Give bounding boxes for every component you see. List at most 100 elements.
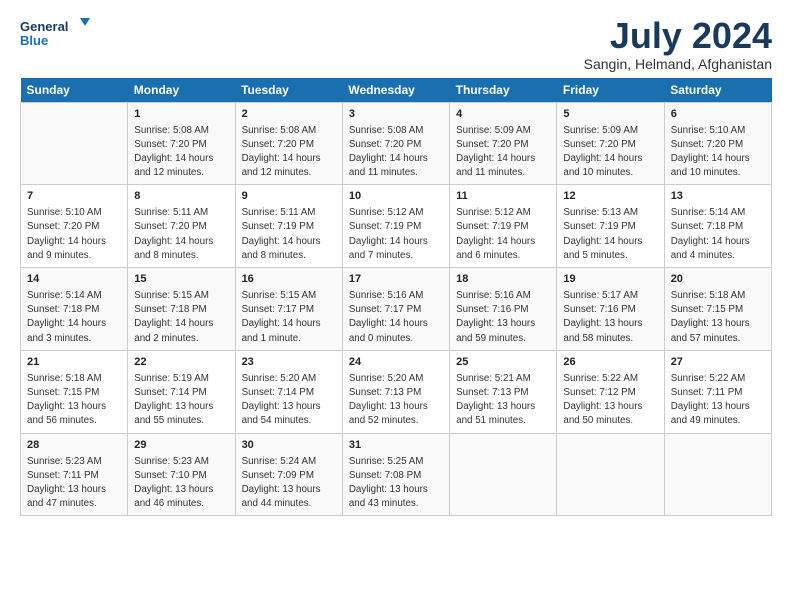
day-info: Sunrise: 5:21 AM Sunset: 7:13 PM Dayligh… — [456, 372, 550, 429]
day-info: Sunrise: 5:13 AM Sunset: 7:19 PM Dayligh… — [563, 206, 657, 263]
day-info: Sunrise: 5:11 AM Sunset: 7:19 PM Dayligh… — [242, 206, 336, 263]
day-info: Sunrise: 5:20 AM Sunset: 7:14 PM Dayligh… — [242, 372, 336, 429]
day-info: Sunrise: 5:17 AM Sunset: 7:16 PM Dayligh… — [563, 289, 657, 346]
day-info: Sunrise: 5:10 AM Sunset: 7:20 PM Dayligh… — [671, 124, 765, 181]
day-info: Sunrise: 5:14 AM Sunset: 7:18 PM Dayligh… — [671, 206, 765, 263]
calendar-header-row: SundayMondayTuesdayWednesdayThursdayFrid… — [21, 78, 772, 103]
calendar-cell: 2Sunrise: 5:08 AM Sunset: 7:20 PM Daylig… — [235, 102, 342, 185]
calendar-cell: 31Sunrise: 5:25 AM Sunset: 7:08 PM Dayli… — [342, 433, 449, 516]
day-info: Sunrise: 5:12 AM Sunset: 7:19 PM Dayligh… — [456, 206, 550, 263]
week-row-5: 28Sunrise: 5:23 AM Sunset: 7:11 PM Dayli… — [21, 433, 772, 516]
header-wednesday: Wednesday — [342, 78, 449, 103]
day-number: 17 — [349, 272, 443, 288]
day-info: Sunrise: 5:22 AM Sunset: 7:12 PM Dayligh… — [563, 372, 657, 429]
header-monday: Monday — [128, 78, 235, 103]
calendar-cell: 25Sunrise: 5:21 AM Sunset: 7:13 PM Dayli… — [450, 350, 557, 433]
calendar-cell: 21Sunrise: 5:18 AM Sunset: 7:15 PM Dayli… — [21, 350, 128, 433]
header-sunday: Sunday — [21, 78, 128, 103]
day-info: Sunrise: 5:15 AM Sunset: 7:17 PM Dayligh… — [242, 289, 336, 346]
calendar-cell: 23Sunrise: 5:20 AM Sunset: 7:14 PM Dayli… — [235, 350, 342, 433]
calendar-cell: 10Sunrise: 5:12 AM Sunset: 7:19 PM Dayli… — [342, 185, 449, 268]
header-friday: Friday — [557, 78, 664, 103]
calendar-cell: 7Sunrise: 5:10 AM Sunset: 7:20 PM Daylig… — [21, 185, 128, 268]
day-info: Sunrise: 5:20 AM Sunset: 7:13 PM Dayligh… — [349, 372, 443, 429]
day-number: 23 — [242, 355, 336, 371]
calendar-cell: 30Sunrise: 5:24 AM Sunset: 7:09 PM Dayli… — [235, 433, 342, 516]
day-number: 4 — [456, 107, 550, 123]
day-number: 30 — [242, 438, 336, 454]
logo-svg: General Blue — [20, 16, 90, 52]
day-number: 20 — [671, 272, 765, 288]
day-info: Sunrise: 5:09 AM Sunset: 7:20 PM Dayligh… — [456, 124, 550, 181]
calendar-cell: 6Sunrise: 5:10 AM Sunset: 7:20 PM Daylig… — [664, 102, 771, 185]
calendar-cell: 22Sunrise: 5:19 AM Sunset: 7:14 PM Dayli… — [128, 350, 235, 433]
day-number: 14 — [27, 272, 121, 288]
day-info: Sunrise: 5:23 AM Sunset: 7:10 PM Dayligh… — [134, 455, 228, 512]
day-info: Sunrise: 5:23 AM Sunset: 7:11 PM Dayligh… — [27, 455, 121, 512]
header-thursday: Thursday — [450, 78, 557, 103]
calendar-cell: 24Sunrise: 5:20 AM Sunset: 7:13 PM Dayli… — [342, 350, 449, 433]
day-info: Sunrise: 5:24 AM Sunset: 7:09 PM Dayligh… — [242, 455, 336, 512]
calendar-cell — [664, 433, 771, 516]
day-number: 8 — [134, 189, 228, 205]
calendar-cell: 11Sunrise: 5:12 AM Sunset: 7:19 PM Dayli… — [450, 185, 557, 268]
day-number: 5 — [563, 107, 657, 123]
day-info: Sunrise: 5:22 AM Sunset: 7:11 PM Dayligh… — [671, 372, 765, 429]
day-info: Sunrise: 5:16 AM Sunset: 7:16 PM Dayligh… — [456, 289, 550, 346]
calendar-cell: 15Sunrise: 5:15 AM Sunset: 7:18 PM Dayli… — [128, 268, 235, 351]
day-info: Sunrise: 5:19 AM Sunset: 7:14 PM Dayligh… — [134, 372, 228, 429]
calendar-cell: 18Sunrise: 5:16 AM Sunset: 7:16 PM Dayli… — [450, 268, 557, 351]
day-info: Sunrise: 5:18 AM Sunset: 7:15 PM Dayligh… — [671, 289, 765, 346]
day-number: 24 — [349, 355, 443, 371]
day-info: Sunrise: 5:15 AM Sunset: 7:18 PM Dayligh… — [134, 289, 228, 346]
calendar-cell — [450, 433, 557, 516]
week-row-1: 1Sunrise: 5:08 AM Sunset: 7:20 PM Daylig… — [21, 102, 772, 185]
day-number: 3 — [349, 107, 443, 123]
header: General Blue July 2024 Sangin, Helmand, … — [20, 16, 772, 72]
day-info: Sunrise: 5:25 AM Sunset: 7:08 PM Dayligh… — [349, 455, 443, 512]
calendar-cell: 1Sunrise: 5:08 AM Sunset: 7:20 PM Daylig… — [128, 102, 235, 185]
day-info: Sunrise: 5:11 AM Sunset: 7:20 PM Dayligh… — [134, 206, 228, 263]
calendar-cell: 8Sunrise: 5:11 AM Sunset: 7:20 PM Daylig… — [128, 185, 235, 268]
calendar-cell: 19Sunrise: 5:17 AM Sunset: 7:16 PM Dayli… — [557, 268, 664, 351]
day-number: 31 — [349, 438, 443, 454]
day-info: Sunrise: 5:14 AM Sunset: 7:18 PM Dayligh… — [27, 289, 121, 346]
day-number: 6 — [671, 107, 765, 123]
day-number: 25 — [456, 355, 550, 371]
page: General Blue July 2024 Sangin, Helmand, … — [0, 0, 792, 526]
day-number: 29 — [134, 438, 228, 454]
day-info: Sunrise: 5:08 AM Sunset: 7:20 PM Dayligh… — [134, 124, 228, 181]
day-number: 12 — [563, 189, 657, 205]
day-number: 22 — [134, 355, 228, 371]
day-number: 13 — [671, 189, 765, 205]
calendar-cell: 3Sunrise: 5:08 AM Sunset: 7:20 PM Daylig… — [342, 102, 449, 185]
day-info: Sunrise: 5:18 AM Sunset: 7:15 PM Dayligh… — [27, 372, 121, 429]
calendar-cell: 20Sunrise: 5:18 AM Sunset: 7:15 PM Dayli… — [664, 268, 771, 351]
calendar-cell: 16Sunrise: 5:15 AM Sunset: 7:17 PM Dayli… — [235, 268, 342, 351]
calendar-body: 1Sunrise: 5:08 AM Sunset: 7:20 PM Daylig… — [21, 102, 772, 516]
day-number: 11 — [456, 189, 550, 205]
day-number: 18 — [456, 272, 550, 288]
calendar-cell — [557, 433, 664, 516]
calendar-cell: 9Sunrise: 5:11 AM Sunset: 7:19 PM Daylig… — [235, 185, 342, 268]
header-saturday: Saturday — [664, 78, 771, 103]
day-number: 1 — [134, 107, 228, 123]
calendar-table: SundayMondayTuesdayWednesdayThursdayFrid… — [20, 78, 772, 517]
day-number: 9 — [242, 189, 336, 205]
day-info: Sunrise: 5:08 AM Sunset: 7:20 PM Dayligh… — [349, 124, 443, 181]
day-info: Sunrise: 5:09 AM Sunset: 7:20 PM Dayligh… — [563, 124, 657, 181]
day-number: 2 — [242, 107, 336, 123]
logo: General Blue — [20, 16, 90, 52]
day-number: 15 — [134, 272, 228, 288]
week-row-3: 14Sunrise: 5:14 AM Sunset: 7:18 PM Dayli… — [21, 268, 772, 351]
day-number: 19 — [563, 272, 657, 288]
day-number: 10 — [349, 189, 443, 205]
calendar-cell: 26Sunrise: 5:22 AM Sunset: 7:12 PM Dayli… — [557, 350, 664, 433]
calendar-cell: 5Sunrise: 5:09 AM Sunset: 7:20 PM Daylig… — [557, 102, 664, 185]
calendar-cell: 14Sunrise: 5:14 AM Sunset: 7:18 PM Dayli… — [21, 268, 128, 351]
svg-text:General: General — [20, 19, 68, 34]
calendar-cell: 29Sunrise: 5:23 AM Sunset: 7:10 PM Dayli… — [128, 433, 235, 516]
day-number: 16 — [242, 272, 336, 288]
header-tuesday: Tuesday — [235, 78, 342, 103]
calendar-cell: 17Sunrise: 5:16 AM Sunset: 7:17 PM Dayli… — [342, 268, 449, 351]
